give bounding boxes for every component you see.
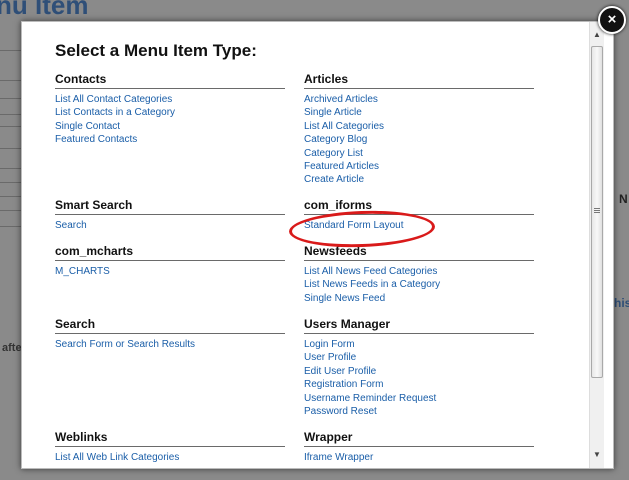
section-heading: Weblinks: [55, 430, 285, 447]
close-icon[interactable]: ×: [598, 6, 626, 34]
section-weblinks: Weblinks List All Web Link Categories: [55, 430, 285, 464]
menu-type-link[interactable]: Username Reminder Request: [304, 392, 534, 405]
menu-type-link[interactable]: User Profile: [304, 351, 534, 364]
menu-type-link[interactable]: Single Contact: [55, 120, 285, 133]
menu-type-link[interactable]: Category List: [304, 147, 534, 160]
menu-type-link[interactable]: Login Form: [304, 338, 534, 351]
section-heading: com_mcharts: [55, 244, 285, 261]
dialog-title: Select a Menu Item Type:: [55, 41, 257, 60]
background-right-text: N: [619, 192, 628, 206]
menu-type-link-standard-form-layout[interactable]: Standard Form Layout: [304, 219, 534, 232]
menu-type-link[interactable]: Password Reset: [304, 405, 534, 418]
menu-type-link[interactable]: Featured Articles: [304, 160, 534, 173]
background-right-link: his: [614, 296, 629, 310]
section-heading: Wrapper: [304, 430, 534, 447]
menu-type-link[interactable]: Search Form or Search Results: [55, 338, 285, 351]
menu-type-link[interactable]: List News Feeds in a Category: [304, 278, 534, 291]
background-left-text: afte: [2, 342, 22, 354]
section-heading: com_iforms: [304, 198, 534, 215]
background-title: nu Item: [0, 0, 89, 20]
menu-type-link[interactable]: Archived Articles: [304, 93, 534, 106]
menu-type-link[interactable]: M_CHARTS: [55, 265, 285, 278]
section-com-mcharts: com_mcharts M_CHARTS: [55, 244, 285, 278]
section-smart-search: Smart Search Search: [55, 198, 285, 232]
menu-type-link[interactable]: List All News Feed Categories: [304, 265, 534, 278]
menu-type-link[interactable]: List Contacts in a Category: [55, 106, 285, 119]
menu-type-link[interactable]: Single News Feed: [304, 292, 534, 305]
section-search: Search Search Form or Search Results: [55, 317, 285, 351]
section-heading: Newsfeeds: [304, 244, 534, 261]
menu-item-type-dialog: Select a Menu Item Type: Contacts List A…: [21, 21, 614, 469]
menu-type-link[interactable]: Create Article: [304, 173, 534, 186]
section-newsfeeds: Newsfeeds List All News Feed Categories …: [304, 244, 534, 305]
section-heading: Articles: [304, 72, 534, 89]
section-articles: Articles Archived Articles Single Articl…: [304, 72, 534, 187]
grip-icon: [594, 208, 600, 214]
menu-type-link[interactable]: Category Blog: [304, 133, 534, 146]
section-wrapper: Wrapper Iframe Wrapper: [304, 430, 534, 464]
section-heading: Search: [55, 317, 285, 334]
scroll-down-arrow-icon[interactable]: ▼: [590, 448, 604, 462]
menu-type-link[interactable]: List All Web Link Categories: [55, 451, 285, 464]
menu-type-link[interactable]: Registration Form: [304, 378, 534, 391]
menu-type-link[interactable]: List All Contact Categories: [55, 93, 285, 106]
section-contacts: Contacts List All Contact Categories Lis…: [55, 72, 285, 147]
section-heading: Smart Search: [55, 198, 285, 215]
menu-type-link[interactable]: List All Categories: [304, 120, 534, 133]
menu-type-link[interactable]: Featured Contacts: [55, 133, 285, 146]
scrollbar-thumb[interactable]: [591, 46, 603, 378]
menu-type-link[interactable]: Search: [55, 219, 285, 232]
section-users-manager: Users Manager Login Form User Profile Ed…: [304, 317, 534, 418]
section-com-iforms: com_iforms Standard Form Layout: [304, 198, 534, 232]
dialog-scrollbar[interactable]: ▲ ▼: [589, 22, 604, 468]
menu-type-link[interactable]: Edit User Profile: [304, 365, 534, 378]
section-heading: Users Manager: [304, 317, 534, 334]
menu-type-link[interactable]: Iframe Wrapper: [304, 451, 534, 464]
menu-type-link[interactable]: Single Article: [304, 106, 534, 119]
section-heading: Contacts: [55, 72, 285, 89]
